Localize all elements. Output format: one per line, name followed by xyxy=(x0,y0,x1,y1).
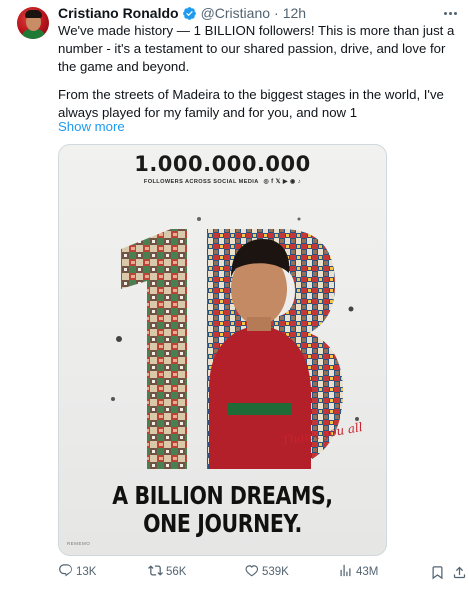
tweet-text-paragraph-2: From the streets of Madeira to the bigge… xyxy=(58,87,444,120)
repost-icon xyxy=(148,563,163,581)
poster-1b-collage xyxy=(111,217,359,469)
views-button[interactable]: 43M xyxy=(338,562,378,582)
share-icon[interactable] xyxy=(452,562,467,582)
show-more-link[interactable]: Show more xyxy=(58,119,125,134)
poster-brand-mark: REMEMO xyxy=(67,541,91,546)
author-handle[interactable]: @Cristiano xyxy=(201,5,270,21)
like-button[interactable]: 539K xyxy=(244,562,289,582)
reply-count: 13K xyxy=(76,566,97,578)
poster-follower-count: 1.000.000.000 xyxy=(134,152,311,176)
views-count: 43M xyxy=(356,566,379,578)
more-dot xyxy=(453,11,457,15)
reply-icon xyxy=(58,563,73,581)
timestamp[interactable]: 12h xyxy=(283,5,306,21)
more-dot xyxy=(448,11,452,15)
author-name[interactable]: Cristiano Ronaldo xyxy=(58,5,179,21)
like-icon xyxy=(244,563,259,581)
reply-button[interactable]: 13K xyxy=(58,562,96,582)
views-icon xyxy=(338,563,353,581)
tweet-header: Cristiano Ronaldo @Cristiano · 12h xyxy=(58,4,306,22)
tweet-text-paragraph-1: We've made history — 1 BILLION followers… xyxy=(58,23,455,74)
author-avatar[interactable] xyxy=(17,7,49,39)
like-count: 539K xyxy=(262,566,289,578)
poster-subtitle: FOLLOWERS ACROSS SOCIAL MEDIA ◎ f 𝕏 ▶ ◉ … xyxy=(59,178,386,185)
social-icons: ◎ f 𝕏 ▶ ◉ ♪ xyxy=(263,179,302,185)
tweet-actions: 13K 56K 539K 43M xyxy=(0,562,469,582)
verified-badge-icon xyxy=(182,6,197,21)
collage-digit-1 xyxy=(121,229,187,469)
more-icon[interactable] xyxy=(439,4,461,22)
poster-subtitle-text: FOLLOWERS ACROSS SOCIAL MEDIA xyxy=(143,179,259,185)
tweet: Cristiano Ronaldo @Cristiano · 12h We've… xyxy=(0,0,469,593)
tweet-image[interactable]: 1.000.000.000 FOLLOWERS ACROSS SOCIAL ME… xyxy=(58,144,387,556)
repost-count: 56K xyxy=(166,566,187,578)
poster-headline-1: A BILLION DREAMS, xyxy=(112,481,333,510)
poster-headline-2: ONE JOURNEY. xyxy=(143,509,302,538)
separator-dot: · xyxy=(274,5,279,21)
repost-button[interactable]: 56K xyxy=(148,562,186,582)
more-dot xyxy=(443,11,447,15)
avatar-hair xyxy=(25,10,42,18)
bookmark-icon[interactable] xyxy=(430,562,445,582)
